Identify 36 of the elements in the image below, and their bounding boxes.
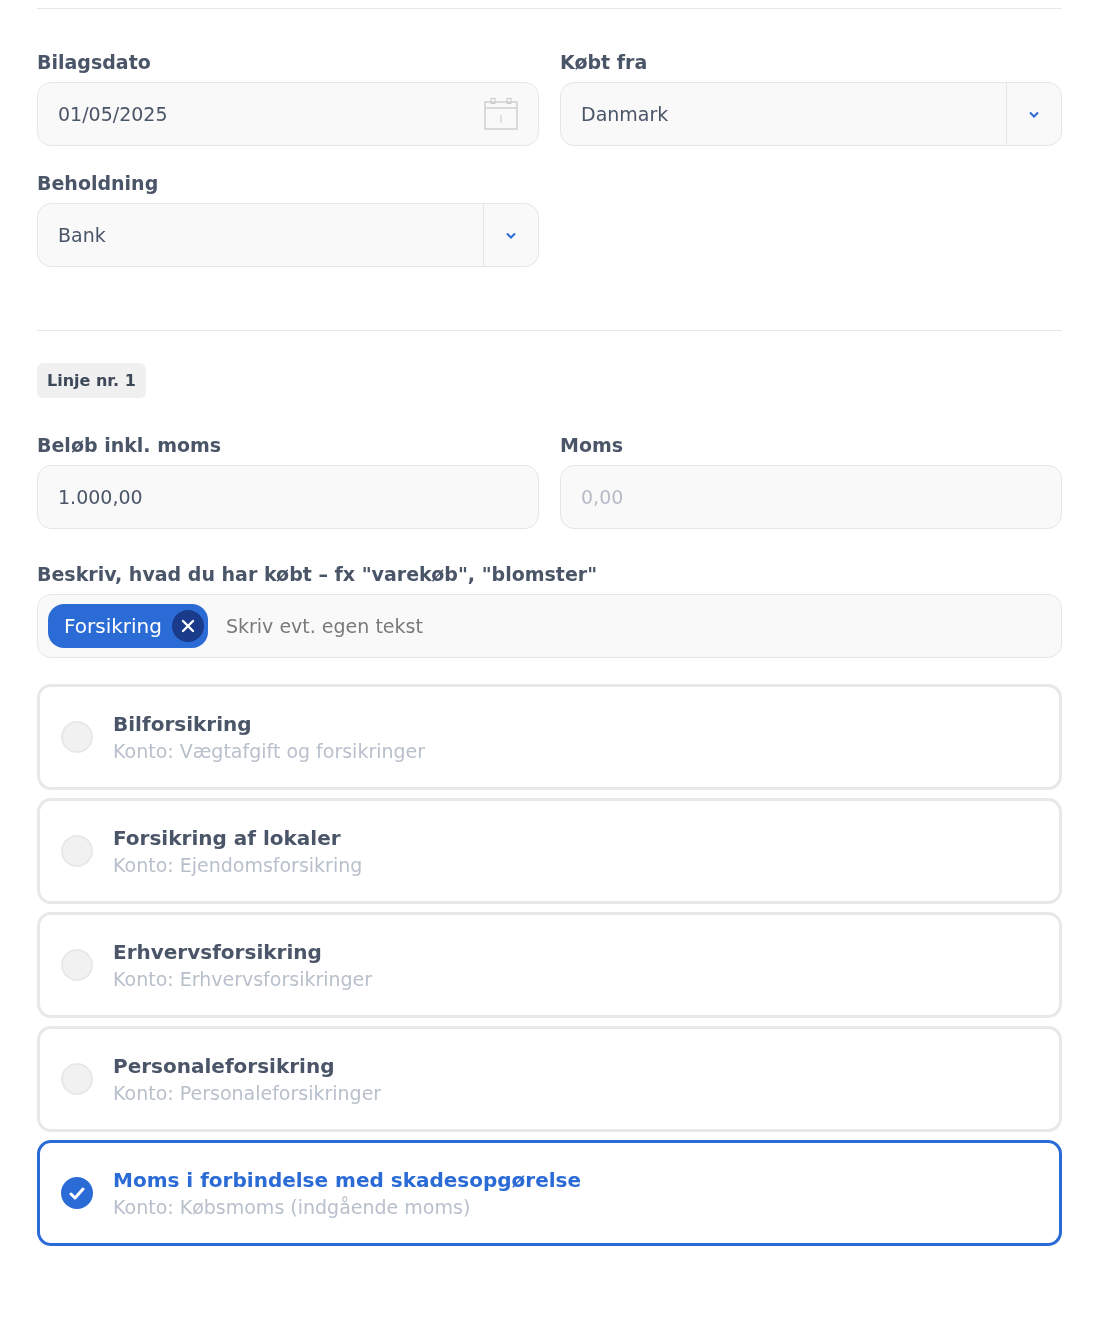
field-label: Moms [560, 433, 625, 458]
option-title: Erhvervsforsikring [113, 940, 323, 964]
line-number-badge: Linje nr. 1 [37, 363, 146, 398]
account-option[interactable]: Moms i forbindelse med skadesopgørelse Konto: Købsmoms (indgående moms) [37, 1140, 1062, 1246]
tag-input-field[interactable]: Forsikring Skriv evt. egen tekst [37, 594, 1062, 658]
option-account: Konto: Ejendomsforsikring [113, 854, 363, 876]
text-input[interactable]: Skriv evt. egen tekst [225, 615, 1041, 637]
field-label: Beskriv, hvad du har købt – fx "varekøb", "blomster" [37, 562, 599, 587]
caret-icon [1029, 110, 1039, 118]
account-option[interactable]: Personaleforsikring Konto: Personaleforsikringer [37, 1026, 1062, 1132]
account-option[interactable]: Bilforsikring Konto: Vægtafgift og forsikringer [37, 684, 1062, 790]
option-account: Konto: Vægtafgift og forsikringer [113, 740, 426, 762]
calendar-icon [484, 98, 518, 130]
caret-icon [506, 231, 516, 239]
select-field[interactable]: Bank [37, 203, 539, 267]
date-field[interactable]: 01/05/2025 [37, 82, 539, 146]
tag-label: Forsikring [64, 614, 162, 638]
field-label: Beløb inkl. moms [37, 433, 223, 458]
remove-icon[interactable] [171, 610, 204, 642]
option-account: Konto: Personaleforsikringer [113, 1082, 382, 1104]
option-title: Personaleforsikring [113, 1054, 336, 1078]
input-field[interactable]: 1.000,00 [37, 465, 539, 529]
field-label: Bilagsdato [37, 50, 152, 75]
option-account: Konto: Købsmoms (indgående moms) [113, 1196, 472, 1218]
option-title: Bilforsikring [113, 712, 253, 736]
select-field[interactable]: Danmark [560, 82, 1062, 146]
check-icon [69, 1186, 85, 1200]
option-title: Moms i forbindelse med skadesopgørelse [113, 1168, 582, 1192]
field-label: Beholdning [37, 171, 160, 196]
input-field[interactable]: 0,00 [560, 465, 1062, 529]
account-option[interactable]: Forsikring af lokaler Konto: Ejendomsforsikring [37, 798, 1062, 904]
radio-button[interactable] [61, 1177, 93, 1209]
account-option[interactable]: Erhvervsforsikring Konto: Erhvervsforsikringer [37, 912, 1062, 1018]
field-label: Købt fra [560, 50, 649, 75]
option-title: Forsikring af lokaler [113, 826, 342, 850]
option-account: Konto: Erhvervsforsikringer [113, 968, 373, 990]
